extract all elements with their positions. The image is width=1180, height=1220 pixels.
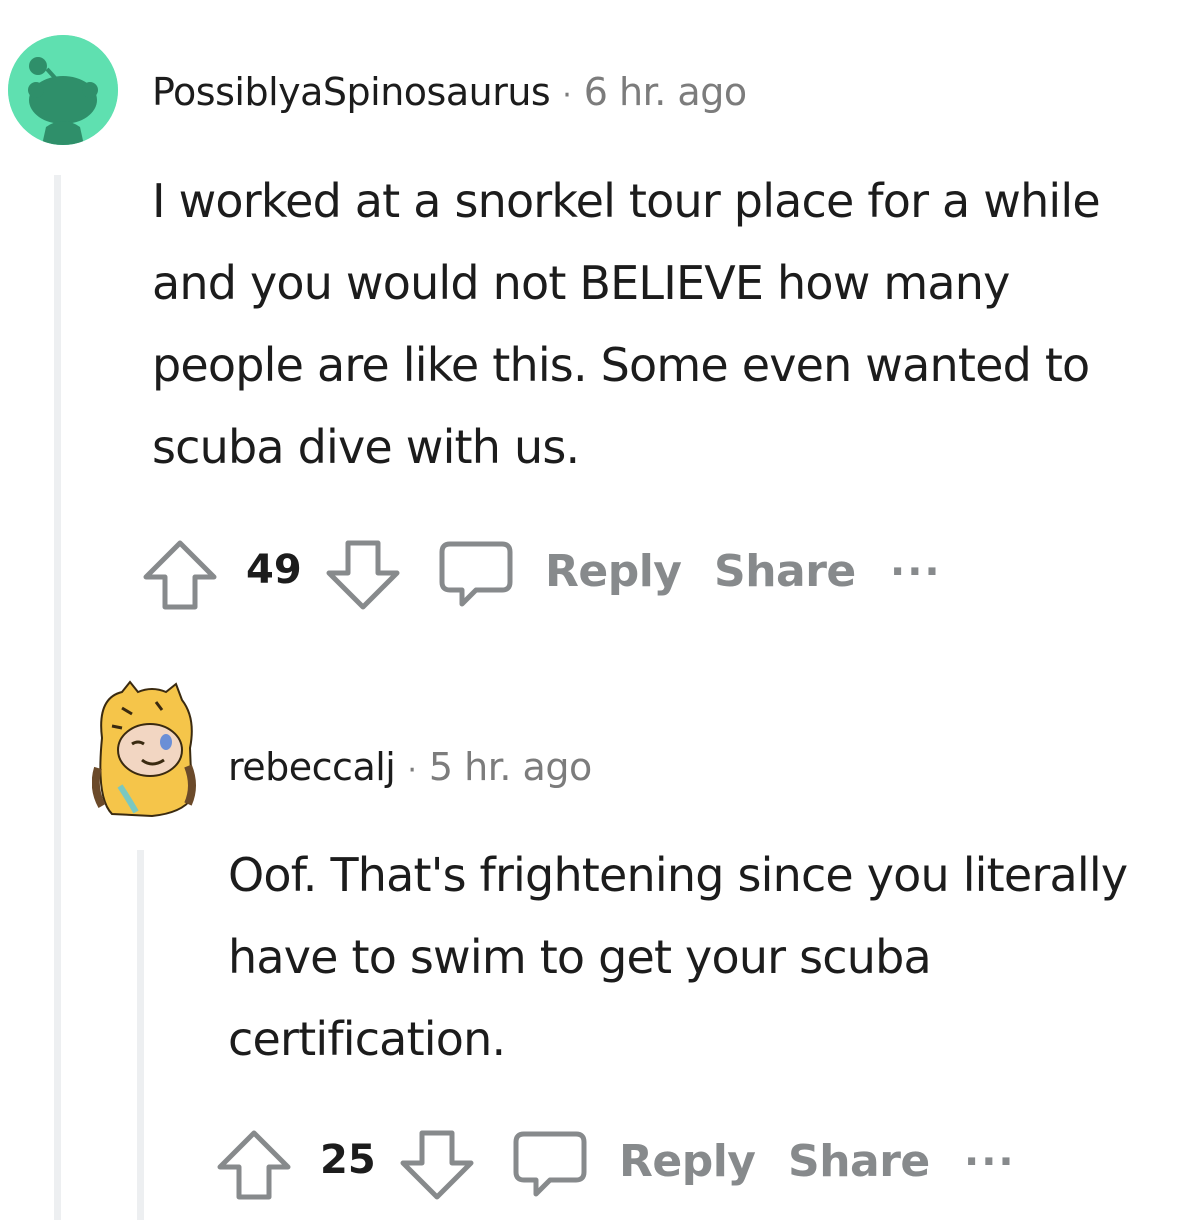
- thread-line-nested[interactable]: [137, 850, 144, 1220]
- snoo-avatar-icon: [8, 35, 118, 145]
- comment-meta: rebeccalj · 5 hr. ago: [228, 745, 592, 789]
- username[interactable]: rebeccalj: [228, 745, 396, 789]
- avatar[interactable]: [92, 678, 197, 818]
- downvote-icon[interactable]: [323, 535, 403, 615]
- comment-icon[interactable]: [436, 538, 516, 612]
- downvote-icon[interactable]: [397, 1125, 477, 1205]
- reply-button[interactable]: Reply: [545, 546, 682, 597]
- upvote-icon[interactable]: [214, 1125, 294, 1205]
- comment-actions: 49 Reply Share ···: [140, 535, 980, 615]
- upvote-icon[interactable]: [140, 535, 220, 615]
- meta-separator: ·: [407, 753, 417, 788]
- username[interactable]: PossiblyaSpinosaurus: [152, 70, 551, 114]
- comment-meta: PossiblyaSpinosaurus · 6 hr. ago: [152, 70, 747, 114]
- meta-separator: ·: [562, 78, 572, 113]
- timestamp[interactable]: 6 hr. ago: [584, 70, 747, 114]
- timestamp[interactable]: 5 hr. ago: [429, 745, 592, 789]
- tiger-avatar-icon: [92, 680, 196, 818]
- comment-actions: 25 Reply Share ···: [214, 1125, 1054, 1205]
- more-options-button[interactable]: ···: [890, 549, 942, 595]
- share-button[interactable]: Share: [788, 1136, 930, 1187]
- comment-icon[interactable]: [510, 1128, 590, 1202]
- vote-count: 25: [320, 1137, 376, 1183]
- vote-count: 49: [246, 547, 302, 593]
- thread-line[interactable]: [54, 175, 61, 1220]
- avatar[interactable]: [8, 35, 118, 145]
- more-options-button[interactable]: ···: [964, 1139, 1016, 1185]
- share-button[interactable]: Share: [714, 546, 856, 597]
- comment-body: I worked at a snorkel tour place for a w…: [152, 174, 1101, 474]
- comment-body: Oof. That's frightening since you litera…: [228, 848, 1128, 1066]
- reply-button[interactable]: Reply: [619, 1136, 756, 1187]
